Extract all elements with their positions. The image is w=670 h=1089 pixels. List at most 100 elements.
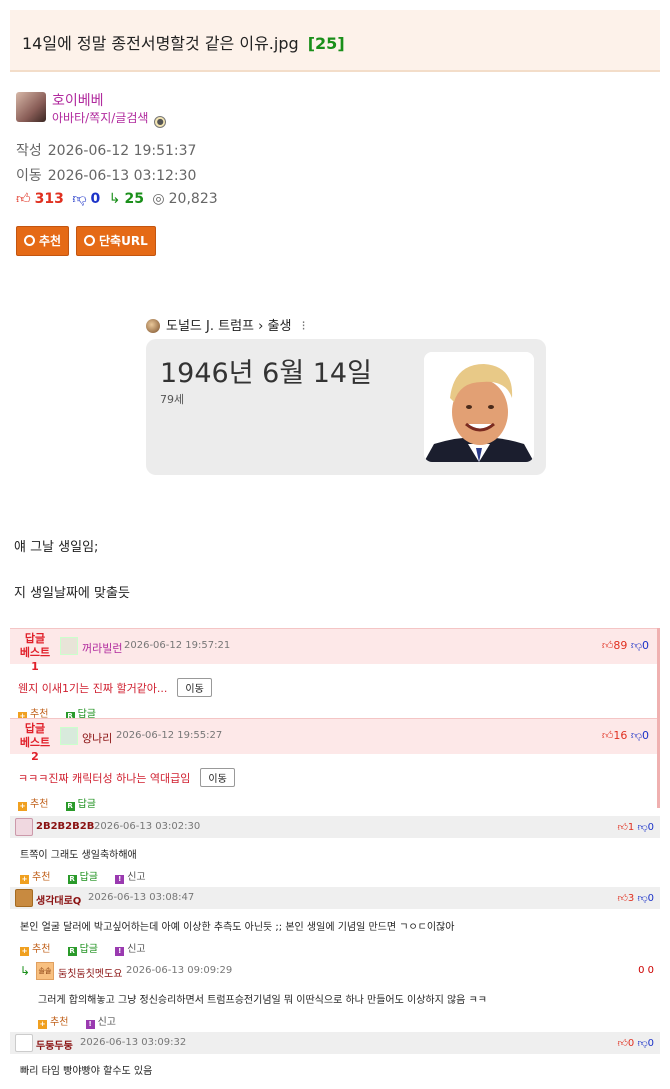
reply-nickname[interactable]: 둠칫둠칫멧도요 bbox=[58, 965, 122, 980]
comment-text: 본인 얼굴 달러에 박고싶어하는데 아예 이상한 추측도 아닌듯 ;; 본인 생… bbox=[20, 922, 455, 933]
author-links[interactable]: 아바타/쪽지/글검색 ● bbox=[52, 109, 167, 128]
reply-link[interactable]: 답글 bbox=[80, 944, 98, 955]
more-icon: ⁝ bbox=[301, 319, 306, 334]
reply-link[interactable]: 답글 bbox=[78, 799, 96, 810]
crumb-sep: › bbox=[258, 319, 264, 334]
avatar[interactable] bbox=[16, 92, 46, 122]
moved-line: 이동 2026-06-13 03:12:30 bbox=[16, 165, 196, 185]
avatar[interactable] bbox=[60, 727, 78, 745]
report-link[interactable]: 신고 bbox=[127, 872, 145, 883]
recommend-link[interactable]: 추천 bbox=[32, 944, 50, 955]
comment-nickname[interactable]: 양나리 bbox=[82, 730, 112, 746]
reply-header: ↳ 솔솔 둠칫둠칫멧도요 2026-06-13 09:09:29 0 0 bbox=[10, 960, 660, 982]
created-label: 작성 bbox=[16, 143, 42, 159]
thumbs-down-icon[interactable]: 👎︎ bbox=[631, 639, 642, 652]
circle-icon bbox=[24, 235, 35, 246]
best-label-top: 답글 bbox=[24, 632, 46, 645]
thumbs-up-icon[interactable]: 👍︎ bbox=[617, 893, 627, 904]
best-comment: 답글 베스트2 양나리 2026-06-12 19:55:27 👍︎16 👎︎0 … bbox=[10, 718, 660, 811]
eye-icon: ◎ bbox=[152, 191, 165, 207]
report-icon: ! bbox=[115, 875, 125, 884]
comment-count[interactable]: [25] bbox=[308, 34, 345, 53]
comment-text-content: ㅋㅋㅋ진짜 캐릭터성 하나는 역대급임 bbox=[18, 772, 191, 785]
best-label: 답글 베스트2 bbox=[18, 722, 52, 764]
avatar[interactable] bbox=[15, 1034, 33, 1052]
comment-actions: + 추천 R 답글 ! 신고 bbox=[20, 940, 146, 956]
reply-text: 그러게 합의해놓고 그냥 정신승리하면서 트럼프승전기념일 뭐 이딴식으로 하나… bbox=[38, 995, 487, 1006]
report-icon: ! bbox=[85, 1020, 95, 1029]
avatar[interactable]: 솔솔 bbox=[36, 962, 54, 980]
age: 79세 bbox=[160, 393, 185, 406]
thumbs-up-icon[interactable]: 👍︎ bbox=[602, 729, 614, 742]
post-title: 14일에 정말 종전서명할것 같은 이유.jpg [25] bbox=[22, 30, 345, 54]
best-label-top: 답글 bbox=[24, 722, 46, 735]
comment-down: 0 bbox=[647, 822, 654, 833]
best-label: 답글 베스트1 bbox=[18, 632, 52, 674]
best-label-bottom: 베스트1 bbox=[19, 646, 51, 673]
plus-icon: + bbox=[38, 1020, 47, 1029]
avatar[interactable] bbox=[15, 818, 33, 836]
short-url-button[interactable]: 단축URL bbox=[76, 226, 156, 256]
recommend-link[interactable]: 추천 bbox=[30, 799, 48, 810]
move-button[interactable]: 이동 bbox=[177, 678, 212, 697]
thumbs-up-icon[interactable]: 👍︎ bbox=[617, 822, 627, 833]
best-comment-header: 답글 베스트2 양나리 2026-06-12 19:55:27 👍︎16 👎︎0 bbox=[10, 718, 657, 763]
thumbs-up-icon[interactable]: 👍︎ bbox=[602, 639, 614, 652]
avatar[interactable] bbox=[15, 889, 33, 907]
comment-down: 0 bbox=[647, 1038, 654, 1049]
author-links-text[interactable]: 아바타/쪽지/글검색 bbox=[52, 111, 148, 125]
birth-date: 1946년 6월 14일 bbox=[160, 358, 372, 389]
reply-actions: + 추천 ! 신고 bbox=[38, 1013, 116, 1029]
short-url-label: 단축URL bbox=[99, 234, 148, 248]
comment-votes: 👍︎16 👎︎0 bbox=[602, 729, 649, 742]
reply-icon: R bbox=[65, 802, 75, 811]
plus-icon: + bbox=[20, 875, 29, 884]
crumb-sub: 출생 bbox=[267, 319, 292, 334]
comment-nickname[interactable]: 2B2B2B2B bbox=[36, 821, 94, 832]
comment-up: 1 bbox=[627, 822, 635, 833]
comment-time: 2026-06-13 03:08:47 bbox=[88, 892, 195, 903]
comment-up: 0 bbox=[627, 1038, 635, 1049]
report-link[interactable]: 신고 bbox=[98, 1017, 116, 1028]
move-button[interactable]: 이동 bbox=[200, 768, 235, 787]
reply-link[interactable]: 답글 bbox=[80, 872, 98, 883]
thumbs-down-icon[interactable]: 👎︎ bbox=[637, 893, 647, 904]
thumbs-down-icon[interactable]: 👎︎ bbox=[631, 729, 642, 742]
recommend-button[interactable]: 추천 bbox=[16, 226, 70, 256]
comment-down: 0 bbox=[647, 893, 654, 904]
body-line-1: 얘 그날 생일임; bbox=[14, 540, 99, 555]
comment-votes: 👍︎3 👎︎0 bbox=[617, 892, 654, 904]
comment-nickname[interactable]: 꺼라빌런 bbox=[82, 640, 122, 656]
comment-text: 웬지 이새1기는 진짜 할거같아... 이동 bbox=[18, 678, 212, 697]
reply-count: 25 bbox=[124, 191, 144, 207]
best-label-bottom: 베스트2 bbox=[19, 736, 51, 763]
recommend-link[interactable]: 추천 bbox=[32, 872, 50, 883]
comment-up: 16 bbox=[613, 729, 628, 742]
reply-score: 0 0 bbox=[638, 965, 654, 976]
recommend-link[interactable]: 추천 bbox=[50, 1017, 68, 1028]
comment-nickname[interactable]: 생각대로Q bbox=[36, 892, 81, 907]
comment-header: 2B2B2B2B 2026-06-13 03:02:30 👍︎1 👎︎0 bbox=[10, 816, 660, 838]
comment-text: 빠리 타임 빵야빵야 할수도 있음 bbox=[20, 1066, 153, 1077]
upvote-count: 313 bbox=[34, 191, 64, 207]
thumbs-down-icon[interactable]: 👎︎ bbox=[637, 822, 647, 833]
comment-actions: + 추천 R 답글 bbox=[18, 795, 110, 811]
crumb-name: 도널드 J. 트럼프 bbox=[166, 319, 254, 334]
author-nickname[interactable]: 호이베베 bbox=[52, 90, 104, 110]
comment-nickname[interactable]: 두둥두둥 bbox=[36, 1037, 73, 1052]
comment-votes: 👍︎89 👎︎0 bbox=[602, 639, 649, 652]
best-comment: 답글 베스트1 꺼라빌런 2026-06-12 19:57:21 👍︎89 👎︎0… bbox=[10, 628, 660, 721]
created-line: 작성 2026-06-12 19:51:37 bbox=[16, 140, 196, 160]
post-header: 14일에 정말 종전서명할것 같은 이유.jpg [25] bbox=[10, 10, 660, 72]
embed-breadcrumb: 도널드 J. 트럼프 › 출생 ⁝ bbox=[146, 315, 306, 334]
thumbs-up-icon[interactable]: 👍︎ bbox=[617, 1038, 627, 1049]
plus-icon: + bbox=[18, 802, 27, 811]
thumbs-up-icon: 👍︎ bbox=[16, 191, 31, 207]
comment-text-content: 웬지 이새1기는 진짜 할거같아... bbox=[18, 682, 168, 695]
thumbs-down-icon[interactable]: 👎︎ bbox=[637, 1038, 647, 1049]
comment-header: 생각대로Q 2026-06-13 03:08:47 👍︎3 👎︎0 bbox=[10, 887, 660, 909]
avatar[interactable] bbox=[60, 637, 78, 655]
best-comment-header: 답글 베스트1 꺼라빌런 2026-06-12 19:57:21 👍︎89 👎︎0 bbox=[10, 628, 657, 673]
body-line-2: 지 생일날짜에 맞출듯 bbox=[14, 586, 130, 601]
report-link[interactable]: 신고 bbox=[127, 944, 145, 955]
